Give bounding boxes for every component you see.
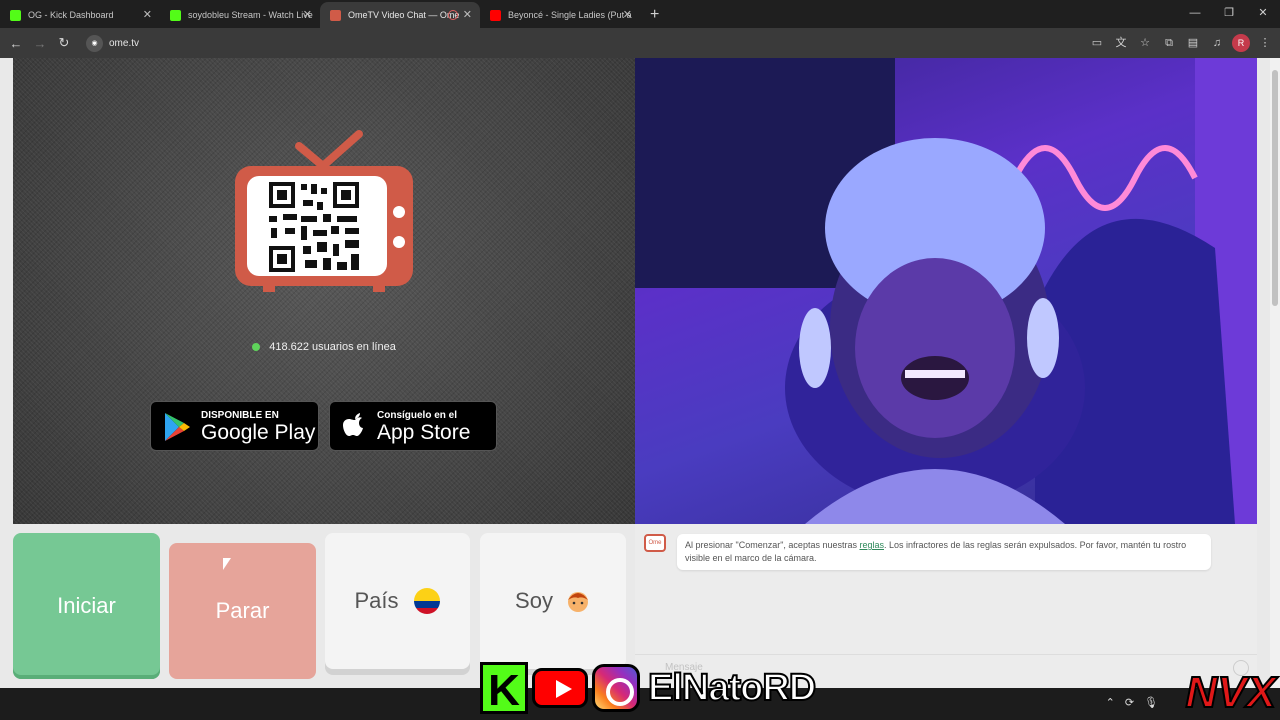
ometv-favicon-icon <box>330 10 341 21</box>
ometv-page: 418.622 usuarios en línea DISPONIBLE EN … <box>0 58 1270 688</box>
back-icon[interactable]: ← <box>4 36 28 51</box>
bookmark-star-icon[interactable]: ☆ <box>1136 34 1154 52</box>
profile-avatar[interactable]: R <box>1232 34 1250 52</box>
google-play-icon <box>165 413 190 441</box>
extensions-icon[interactable]: ⧉ <box>1160 34 1178 52</box>
self-camera-pane <box>635 58 1257 524</box>
recording-icon <box>448 10 458 20</box>
nvx-brand-logo: NVX <box>1185 667 1277 718</box>
tray-chevron-icon[interactable]: ⌃ <box>1106 696 1115 709</box>
country-button[interactable]: País <box>325 533 470 669</box>
url-text: ome.tv <box>109 37 140 49</box>
ometv-qr-tv-logo <box>235 130 413 292</box>
start-label: Iniciar <box>57 593 116 618</box>
partner-video-pane: 418.622 usuarios en línea DISPONIBLE EN … <box>13 58 635 524</box>
gender-button[interactable]: Soy <box>480 533 626 669</box>
minimize-icon[interactable]: — <box>1178 0 1212 28</box>
window-controls: — ❐ ✕ <box>1178 0 1280 28</box>
translate-icon[interactable]: 文 <box>1112 34 1130 52</box>
app-store-big: App Store <box>377 421 471 444</box>
menu-icon[interactable]: ⋮ <box>1256 34 1274 52</box>
browser-tab-soydobleu[interactable]: soydobleu Stream - Watch Live ✕ <box>160 2 320 28</box>
streamer-handle: ElNatoRD <box>647 666 817 710</box>
browser-tab-kick-dashboard[interactable]: OG - Kick Dashboard ✕ <box>0 2 160 28</box>
browser-tab-ometv[interactable]: OmeTV Video Chat — Ome ✕ <box>320 2 480 28</box>
close-tab-icon[interactable]: ✕ <box>623 2 632 28</box>
restore-icon[interactable]: ❐ <box>1212 0 1246 28</box>
online-dot-icon <box>252 343 261 352</box>
soy-label: Soy <box>515 588 553 613</box>
browser-toolbar: ← → ↻ ◉ ome.tv ▭ 文 ☆ ⧉ ▤ ♫ R ⋮ <box>0 28 1280 58</box>
notice-pre: Al presionar "Comenzar", aceptas nuestra… <box>685 540 860 550</box>
webcam-video-image <box>635 58 1257 524</box>
streamer-overlay: K ElNatoRD <box>480 660 817 716</box>
close-tab-icon[interactable]: ✕ <box>303 2 312 28</box>
close-window-icon[interactable]: ✕ <box>1246 0 1280 28</box>
users-online: 418.622 usuarios en línea <box>13 341 635 353</box>
cast-icon[interactable]: ▭ <box>1088 34 1106 52</box>
new-tab-button[interactable]: + <box>640 2 669 28</box>
country-label: País <box>354 588 399 613</box>
stop-label: Parar <box>215 598 270 623</box>
reload-icon[interactable]: ↻ <box>52 35 76 51</box>
boy-emoji-icon <box>567 592 588 612</box>
page-scrollbar[interactable] <box>1270 58 1280 688</box>
stop-button[interactable]: Parar <box>169 543 316 679</box>
close-tab-icon[interactable]: ✕ <box>463 2 472 28</box>
start-button[interactable]: Iniciar <box>13 533 160 679</box>
mouse-cursor-icon <box>223 558 231 570</box>
tab-strip: OG - Kick Dashboard ✕ soydobleu Stream -… <box>0 0 1280 28</box>
address-bar[interactable]: ◉ ome.tv <box>86 34 140 52</box>
ometv-chat-logo-icon: Ome <box>644 534 666 552</box>
tab-title: OG - Kick Dashboard <box>28 10 114 20</box>
tab-title: OmeTV Video Chat — Ome <box>348 10 460 20</box>
google-play-big: Google Play <box>201 421 316 444</box>
forward-icon[interactable]: → <box>28 36 52 51</box>
youtube-logo-icon <box>532 668 588 708</box>
colombia-flag-icon <box>413 588 440 614</box>
app-store-small: Consíguelo en el <box>377 410 458 421</box>
site-info-icon[interactable]: ◉ <box>86 34 103 52</box>
system-tray: ⌃ ⟳ 🎙 <box>1106 696 1158 709</box>
mic-icon[interactable]: 🎙 <box>1144 696 1158 709</box>
scrollbar-thumb[interactable] <box>1272 70 1278 306</box>
side-panel-icon[interactable]: ▤ <box>1184 34 1202 52</box>
instagram-logo-icon <box>592 664 640 712</box>
kick-favicon-icon <box>170 10 181 21</box>
youtube-favicon-icon <box>490 10 501 21</box>
tab-title: Beyoncé - Single Ladies (Put a <box>508 10 632 20</box>
kick-favicon-icon <box>10 10 21 21</box>
media-icon[interactable]: ♫ <box>1208 34 1226 52</box>
close-tab-icon[interactable]: ✕ <box>143 2 152 28</box>
sync-icon[interactable]: ⟳ <box>1125 696 1134 709</box>
google-play-small: DISPONIBLE EN <box>201 410 279 421</box>
google-play-badge[interactable]: DISPONIBLE EN Google Play <box>150 401 319 451</box>
users-online-text: 418.622 usuarios en línea <box>269 341 396 353</box>
rules-link[interactable]: reglas <box>859 540 884 550</box>
apple-logo-icon <box>343 413 363 436</box>
app-store-badge[interactable]: Consíguelo en el App Store <box>329 401 497 451</box>
rules-notice: Al presionar "Comenzar", aceptas nuestra… <box>677 534 1211 570</box>
browser-tab-beyonce[interactable]: Beyoncé - Single Ladies (Put a ✕ <box>480 2 640 28</box>
tab-title: soydobleu Stream - Watch Live <box>188 10 313 20</box>
kick-logo-icon: K <box>480 662 528 715</box>
toolbar-actions: ▭ 文 ☆ ⧉ ▤ ♫ R ⋮ <box>1088 34 1274 52</box>
